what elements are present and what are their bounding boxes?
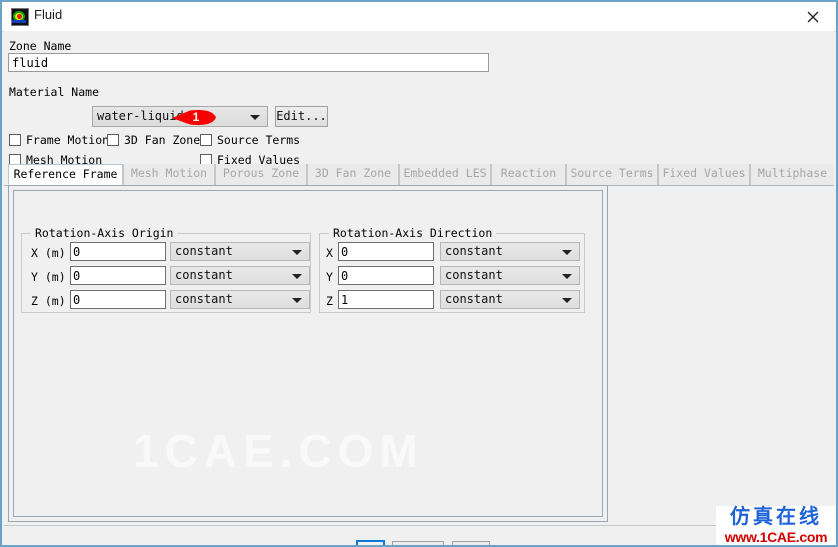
- direction-z-label: Z: [326, 294, 333, 308]
- dialog-body: Zone Name Material Name water-liquid Edi…: [4, 31, 834, 545]
- origin-y-profile-dropdown[interactable]: constant: [170, 266, 310, 285]
- reference-frame-panel: 1CAE.COM Rotation-Axis Origin X (m) cons…: [8, 185, 608, 522]
- fluid-dialog-window: Fluid Zone Name Material Name water-liqu…: [0, 0, 838, 547]
- close-glyph: [807, 11, 819, 23]
- origin-x-profile-dropdown[interactable]: constant: [170, 242, 310, 261]
- origin-y-profile-value: constant: [175, 268, 233, 282]
- tab-reference-frame[interactable]: Reference Frame: [8, 164, 123, 185]
- origin-z-label: Z (m): [31, 294, 66, 308]
- close-icon[interactable]: [791, 2, 836, 30]
- direction-x-label: X: [326, 246, 333, 260]
- tab-porous-zone[interactable]: Porous Zone: [215, 164, 307, 185]
- chevron-down-icon: [562, 273, 572, 279]
- origin-z-profile-dropdown[interactable]: constant: [170, 290, 310, 309]
- origin-x-profile-value: constant: [175, 244, 233, 258]
- tab-embedded-les[interactable]: Embedded LES: [399, 164, 491, 185]
- direction-y-profile-dropdown[interactable]: constant: [440, 266, 580, 285]
- chevron-down-icon: [250, 114, 260, 120]
- tab-fixed-values[interactable]: Fixed Values: [658, 164, 750, 185]
- chevron-down-icon: [562, 297, 572, 303]
- checkbox-box-icon: [200, 134, 212, 146]
- origin-x-input[interactable]: [70, 242, 166, 261]
- checkbox-box-icon: [107, 134, 119, 146]
- tab-multiphase[interactable]: Multiphase: [750, 164, 834, 185]
- direction-x-input[interactable]: [338, 242, 434, 261]
- direction-y-label: Y: [326, 270, 333, 284]
- site-watermark: 仿真在线 www.1CAE.com: [716, 506, 836, 545]
- rotation-axis-direction-group: Rotation-Axis Direction X constant Y con…: [319, 226, 585, 313]
- watermark-url-text: www.1CAE.com: [724, 529, 828, 545]
- zone-name-label: Zone Name: [9, 39, 72, 53]
- contour-plot-icon: [11, 8, 29, 26]
- direction-z-profile-value: constant: [445, 292, 503, 306]
- origin-x-label: X (m): [31, 246, 66, 260]
- tab-source-terms[interactable]: Source Terms: [566, 164, 658, 185]
- ok-button[interactable]: OK: [356, 540, 385, 545]
- group-title: Rotation-Axis Direction: [329, 226, 497, 240]
- direction-y-profile-value: constant: [445, 268, 503, 282]
- tab-bar: Reference Frame Mesh Motion Porous Zone …: [4, 164, 834, 186]
- origin-z-input[interactable]: [70, 290, 166, 309]
- direction-z-input[interactable]: [338, 290, 434, 309]
- rotation-axis-origin-group: Rotation-Axis Origin X (m) constant Y (m…: [21, 226, 311, 313]
- origin-y-label: Y (m): [31, 270, 66, 284]
- tab-reaction[interactable]: Reaction: [491, 164, 566, 185]
- checkbox-label: 3D Fan Zone: [124, 133, 201, 147]
- material-name-dropdown[interactable]: water-liquid: [92, 106, 268, 127]
- zone-name-input[interactable]: [8, 53, 489, 72]
- origin-z-profile-value: constant: [175, 292, 233, 306]
- footer-divider: [4, 525, 834, 526]
- direction-z-profile-dropdown[interactable]: constant: [440, 290, 580, 309]
- material-name-value: water-liquid: [97, 109, 184, 123]
- group-title: Rotation-Axis Origin: [31, 226, 178, 240]
- direction-y-input[interactable]: [338, 266, 434, 285]
- checkbox-box-icon: [9, 134, 21, 146]
- direction-x-profile-dropdown[interactable]: constant: [440, 242, 580, 261]
- chevron-down-icon: [292, 297, 302, 303]
- chevron-down-icon: [292, 249, 302, 255]
- checkbox-label: Frame Motion: [26, 133, 110, 147]
- chevron-down-icon: [562, 249, 572, 255]
- cancel-button[interactable]: Cancel: [392, 541, 444, 545]
- checkbox-label: Source Terms: [217, 133, 301, 147]
- tab-3d-fan-zone[interactable]: 3D Fan Zone: [307, 164, 399, 185]
- watermark-chinese-text: 仿真在线: [730, 506, 822, 528]
- tab-mesh-motion[interactable]: Mesh Motion: [123, 164, 215, 185]
- material-name-label: Material Name: [9, 85, 100, 99]
- edit-material-button[interactable]: Edit...: [275, 106, 328, 127]
- title-bar: Fluid: [2, 2, 836, 32]
- help-button[interactable]: Help: [452, 541, 490, 545]
- origin-y-input[interactable]: [70, 266, 166, 285]
- window-title: Fluid: [34, 7, 63, 22]
- direction-x-profile-value: constant: [445, 244, 503, 258]
- chevron-down-icon: [292, 273, 302, 279]
